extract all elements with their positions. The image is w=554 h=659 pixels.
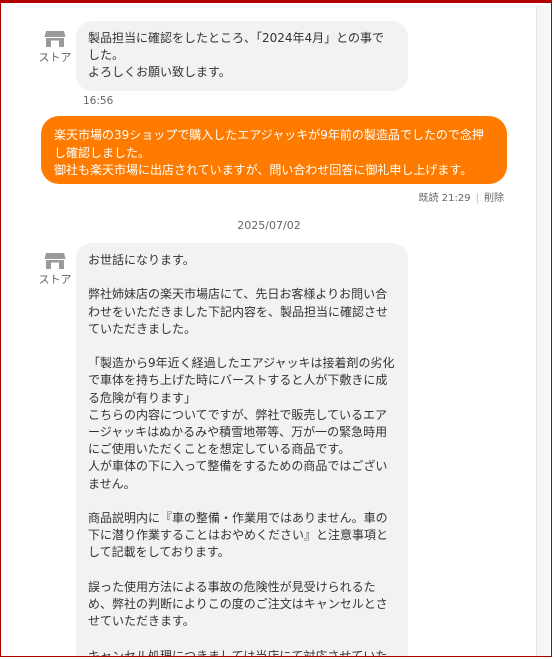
store-avatar: ストア	[38, 252, 72, 287]
incoming-message-bubble: お世話になります。 弊社姉妹店の楽天市場店にて、先日お客様よりお問い合わせをいた…	[76, 243, 408, 656]
chat-window: ストア 製品担当に確認をしたところ、「2024年4月」との事でした。 よろしくお…	[0, 0, 552, 657]
store-avatar: ストア	[38, 30, 72, 65]
store-label: ストア	[38, 273, 72, 286]
message-time: 16:56	[83, 95, 114, 107]
store-icon	[44, 31, 66, 47]
scrollbar-track[interactable]	[536, 6, 551, 656]
delete-link[interactable]: 削除	[484, 193, 504, 204]
meta-separator: |	[475, 193, 479, 204]
store-icon	[44, 253, 66, 269]
incoming-message-bubble: 製品担当に確認をしたところ、「2024年4月」との事でした。 よろしくお願い致し…	[76, 21, 408, 91]
message-meta: 既読 21:29 | 削除	[419, 189, 504, 204]
store-label: ストア	[38, 51, 72, 64]
date-separator: 2025/07/02	[237, 219, 301, 232]
outgoing-message-bubble: 楽天市場の39ショップで購入したエアジャッキが9年前の製造品でしたので念押し確認…	[41, 116, 507, 184]
read-status: 既読 21:29	[418, 193, 471, 204]
